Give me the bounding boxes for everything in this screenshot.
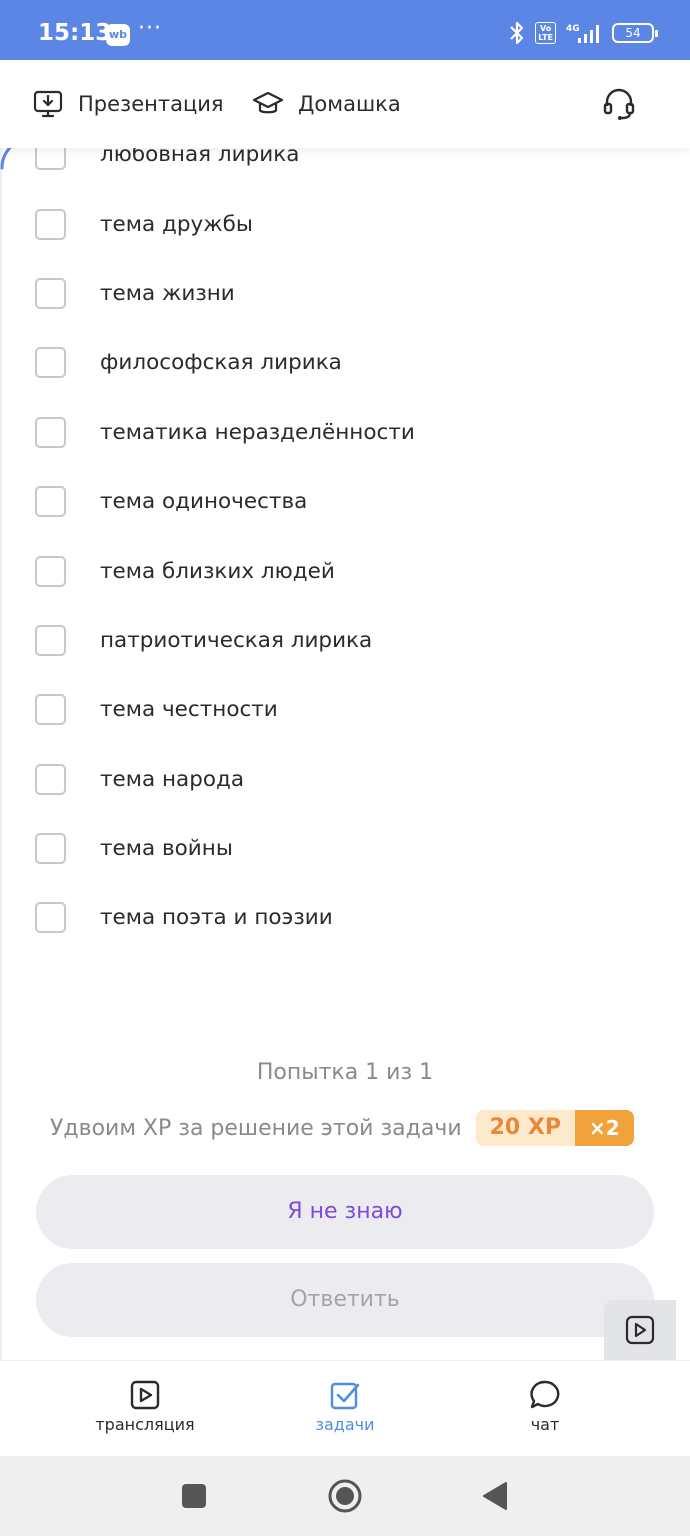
wb-app-icon: wb xyxy=(106,24,130,46)
recent-apps-icon[interactable] xyxy=(176,1478,212,1514)
option-checkbox[interactable] xyxy=(35,763,66,795)
option-checkbox[interactable] xyxy=(35,833,66,865)
xp-value: 20 XP xyxy=(475,1110,575,1146)
tab-chat[interactable]: чат xyxy=(465,1379,625,1434)
home-icon[interactable] xyxy=(327,1478,363,1514)
stream-play-icon xyxy=(130,1380,160,1410)
option-checkbox[interactable] xyxy=(35,694,66,726)
option-item[interactable]: тема честности xyxy=(0,675,690,744)
xp-badge: 20 XP ×2 xyxy=(475,1110,634,1146)
option-item[interactable]: тема близких людей xyxy=(0,536,690,605)
option-item[interactable]: тема одиночества xyxy=(0,467,690,536)
homework-label: Домашка xyxy=(298,92,401,116)
homework-button[interactable]: Домашка xyxy=(252,88,401,120)
tab-stream[interactable]: трансляция xyxy=(65,1379,225,1434)
option-label: философская лирика xyxy=(100,350,342,376)
option-item[interactable]: тема народа xyxy=(0,745,690,814)
bluetooth-icon xyxy=(510,21,524,45)
tasks-check-icon xyxy=(330,1382,360,1410)
option-list: любовная лирика тема дружбы тема жизни ф… xyxy=(0,148,690,953)
xp-promo-text: Удвоим XP за решение этой задачи xyxy=(50,1115,462,1141)
option-label: любовная лирика xyxy=(100,148,300,168)
dont-know-button[interactable]: Я не знаю xyxy=(36,1175,654,1249)
option-checkbox[interactable] xyxy=(35,148,66,171)
option-checkbox[interactable] xyxy=(35,208,66,240)
status-bar: 15:13 wb ··· Vo LTE 4G 54 xyxy=(0,0,690,60)
attempt-counter: Попытка 1 из 1 xyxy=(256,1060,434,1085)
xp-promo: Удвоим XP за решение этой задачи 20 XP ×… xyxy=(50,1110,634,1146)
option-label: тема дружбы xyxy=(100,211,253,237)
tab-tasks[interactable]: задачи xyxy=(265,1379,425,1434)
support-headset-icon[interactable] xyxy=(602,86,636,122)
chat-bubble-icon xyxy=(530,1380,560,1409)
task-content[interactable]: любовная лирика тема дружбы тема жизни ф… xyxy=(0,148,690,1360)
option-label: тема народа xyxy=(100,766,245,792)
tab-tasks-label: задачи xyxy=(315,1415,375,1434)
option-label: тема жизни xyxy=(100,280,235,306)
option-item[interactable]: любовная лирика xyxy=(0,148,690,189)
tab-chat-label: чат xyxy=(530,1415,560,1434)
status-time: 15:13 xyxy=(38,20,112,46)
option-label: тема одиночества xyxy=(100,489,308,515)
option-checkbox[interactable] xyxy=(35,902,66,934)
video-play-icon xyxy=(625,1315,655,1345)
option-checkbox[interactable] xyxy=(35,624,66,656)
option-label: тема близких людей xyxy=(100,558,335,584)
back-icon[interactable] xyxy=(478,1478,514,1514)
option-checkbox[interactable] xyxy=(35,555,66,587)
option-label: тематика неразделённости xyxy=(100,419,415,445)
presentation-label: Презентация xyxy=(78,92,224,116)
progress-arc-icon xyxy=(0,148,12,170)
option-checkbox[interactable] xyxy=(35,347,66,379)
option-label: тема честности xyxy=(100,697,278,723)
option-item[interactable]: тематика неразделённости xyxy=(0,398,690,467)
option-item[interactable]: тема жизни xyxy=(0,259,690,328)
signal-icon: 4G xyxy=(566,24,599,43)
system-nav-bar xyxy=(0,1456,690,1536)
answer-button[interactable]: Ответить xyxy=(36,1263,654,1337)
bottom-tab-bar: трансляция задачи чат xyxy=(0,1360,690,1456)
option-label: тема поэта и поэзии xyxy=(100,905,333,931)
presentation-download-icon xyxy=(33,90,63,118)
battery-icon: 54 xyxy=(612,23,658,43)
option-item[interactable]: философская лирика xyxy=(0,328,690,397)
option-label: патриотическая лирика xyxy=(100,627,373,653)
option-label: тема войны xyxy=(100,836,233,862)
option-item[interactable]: тема войны xyxy=(0,814,690,883)
option-item[interactable]: патриотическая лирика xyxy=(0,606,690,675)
option-checkbox[interactable] xyxy=(35,416,66,448)
presentation-button[interactable]: Презентация xyxy=(32,88,224,120)
more-notifications-icon: ··· xyxy=(138,16,162,41)
status-indicators: Vo LTE 4G 54 xyxy=(507,20,658,46)
tab-stream-label: трансляция xyxy=(95,1415,195,1434)
volte-icon: Vo LTE xyxy=(535,22,556,44)
option-item[interactable]: тема поэта и поэзии xyxy=(0,883,690,952)
xp-multiplier: ×2 xyxy=(575,1110,634,1146)
option-item[interactable]: тема дружбы xyxy=(0,189,690,258)
option-checkbox[interactable] xyxy=(35,277,66,309)
option-checkbox[interactable] xyxy=(35,486,66,518)
floating-video-button[interactable] xyxy=(604,1300,676,1360)
graduation-cap-icon xyxy=(252,91,284,114)
top-nav: Презентация Домашка xyxy=(0,60,690,148)
network-type: 4G xyxy=(566,24,580,34)
